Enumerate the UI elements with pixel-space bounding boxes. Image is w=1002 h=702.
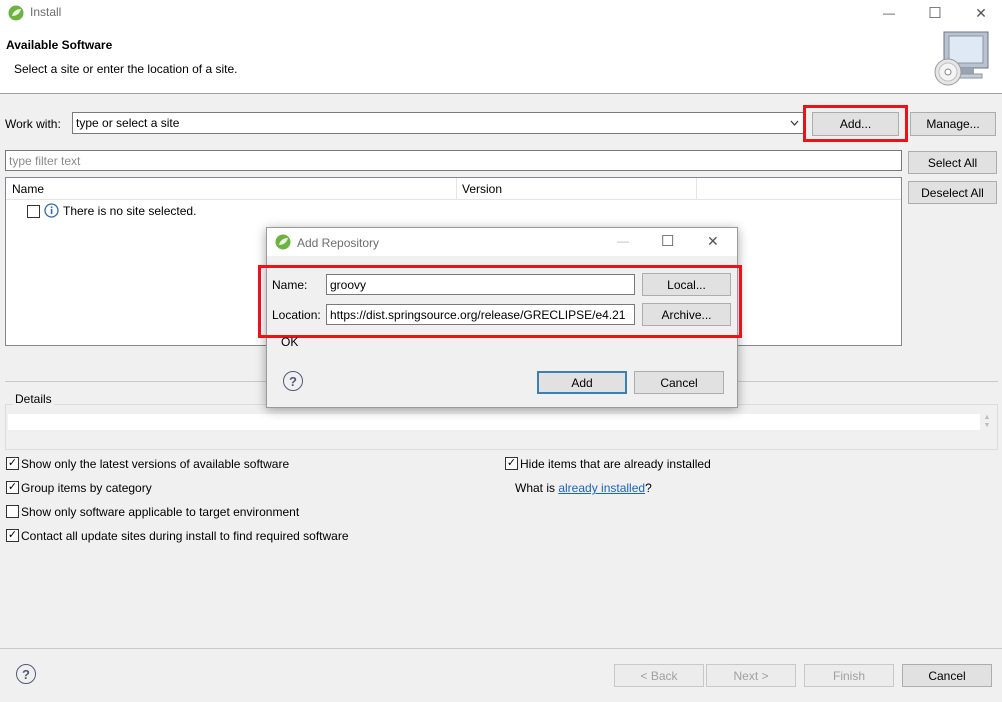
cancel-button[interactable]: Cancel — [902, 664, 992, 687]
what-is-installed-text: What is already installed? — [515, 481, 652, 495]
group-by-category-checkbox[interactable]: ✓ — [6, 481, 19, 494]
page-title: Available Software — [6, 38, 113, 52]
page-subtitle: Select a site or enter the location of a… — [14, 62, 238, 76]
row-checkbox[interactable] — [27, 205, 40, 218]
column-divider — [696, 178, 697, 200]
details-text — [8, 414, 980, 430]
checkmark-icon: ✓ — [7, 457, 18, 469]
details-scrollbar[interactable]: ▲ ▼ — [981, 414, 993, 430]
footer-divider — [0, 648, 1002, 649]
applicable-only-label: Show only software applicable to target … — [21, 505, 300, 519]
column-version-header[interactable]: Version — [462, 182, 502, 196]
close-icon: ✕ — [975, 4, 987, 21]
manage-button[interactable]: Manage... — [910, 112, 996, 136]
checkmark-icon: ✓ — [7, 529, 18, 541]
close-button[interactable]: ✕ — [958, 0, 1002, 26]
contact-sites-checkbox[interactable]: ✓ — [6, 529, 19, 542]
next-button[interactable]: Next > — [706, 664, 796, 687]
column-divider — [456, 178, 457, 200]
table-header: Name Version — [6, 178, 901, 200]
finish-button[interactable]: Finish — [804, 664, 894, 687]
minimize-icon: — — [883, 6, 895, 20]
info-icon — [44, 203, 59, 218]
column-name-header[interactable]: Name — [12, 182, 44, 196]
dialog-title: Add Repository — [297, 236, 380, 250]
work-with-value: type or select a site — [76, 116, 180, 130]
deselect-all-button[interactable]: Deselect All — [908, 181, 997, 204]
dialog-title-bar: Add Repository — ☐ ✕ — [267, 228, 737, 256]
what-is-suffix: ? — [645, 481, 652, 495]
install-computer-icon — [934, 31, 989, 86]
dialog-cancel-button[interactable]: Cancel — [634, 371, 724, 394]
fields-highlight — [258, 265, 742, 338]
dialog-help-icon[interactable]: ? — [283, 371, 303, 391]
maximize-button[interactable]: ☐ — [912, 0, 958, 26]
window-title: Install — [30, 5, 62, 19]
dialog-status: OK — [281, 335, 299, 349]
empty-message: There is no site selected. — [63, 204, 197, 218]
work-with-combo[interactable]: type or select a site — [72, 112, 804, 134]
dialog-maximize-button[interactable]: ☐ — [661, 232, 674, 250]
contact-sites-label: Contact all update sites during install … — [21, 529, 349, 543]
dialog-minimize-icon: — — [617, 234, 629, 248]
details-label: Details — [13, 392, 54, 406]
minimize-button[interactable]: — — [866, 0, 912, 26]
latest-versions-checkbox[interactable]: ✓ — [6, 457, 19, 470]
work-with-label: Work with: — [5, 117, 61, 131]
already-installed-link[interactable]: already installed — [558, 481, 645, 495]
hide-installed-checkbox[interactable]: ✓ — [505, 457, 518, 470]
what-is-prefix: What is — [515, 481, 559, 495]
back-button[interactable]: < Back — [614, 664, 704, 687]
hide-installed-label: Hide items that are already installed — [520, 457, 711, 471]
dialog-add-button[interactable]: Add — [537, 371, 627, 394]
dialog-close-button[interactable]: ✕ — [707, 233, 719, 250]
select-all-button[interactable]: Select All — [908, 151, 997, 174]
title-bar: Install — ☐ ✕ — [0, 0, 1002, 26]
maximize-icon: ☐ — [928, 5, 942, 22]
chevron-down-icon[interactable] — [790, 120, 799, 126]
filter-input[interactable]: type filter text — [5, 150, 902, 171]
checkmark-icon: ✓ — [7, 481, 18, 493]
checkmark-icon: ✓ — [506, 457, 517, 469]
page-header: Available Software Select a site or ente… — [0, 26, 1002, 94]
add-button-highlight — [803, 105, 908, 142]
latest-versions-label: Show only the latest versions of availab… — [21, 457, 290, 471]
spring-leaf-icon — [275, 234, 291, 250]
group-by-category-label: Group items by category — [21, 481, 152, 495]
help-icon[interactable]: ? — [16, 664, 36, 684]
applicable-only-checkbox[interactable] — [6, 505, 19, 518]
spring-leaf-icon — [8, 5, 24, 21]
add-repository-dialog: Add Repository — ☐ ✕ Name: groovy Local.… — [258, 227, 742, 408]
